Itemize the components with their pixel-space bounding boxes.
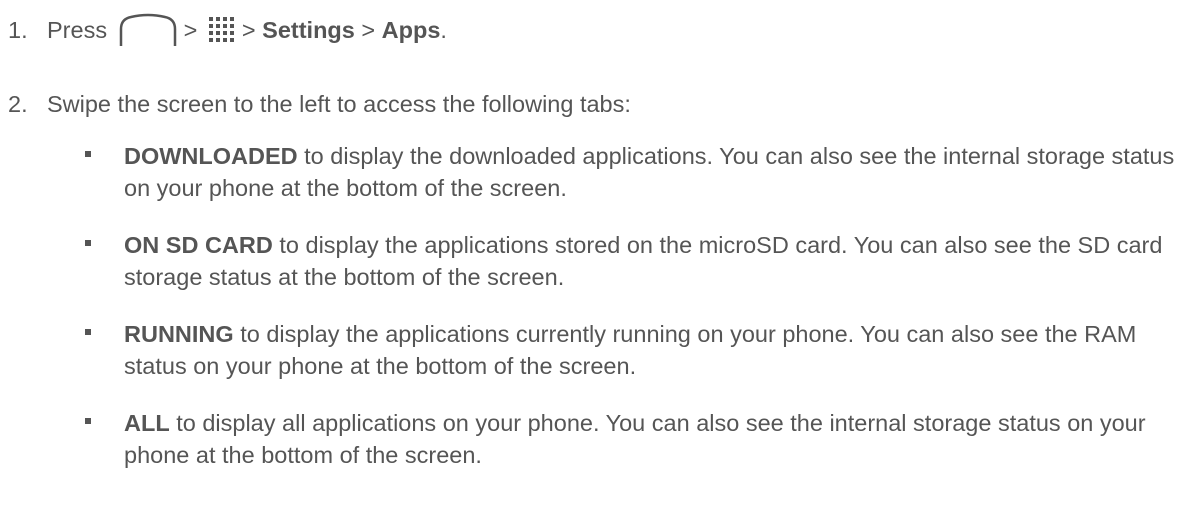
tab-name: RUNNING [124,321,234,347]
bullet-icon [85,240,91,246]
step-2: 2. Swipe the screen to the left to access… [8,89,631,119]
separator: > [183,17,198,43]
step-number: 2. [8,91,28,117]
list-item-text: DOWNLOADED to display the downloaded app… [124,140,1195,204]
tab-name: ALL [124,410,170,436]
bullet-icon [85,151,91,157]
step-1: 1. Press > > Settings > Apps. [8,12,447,48]
period: . [440,17,447,43]
tab-description: to display all applications on your phon… [124,410,1146,468]
separator: > [241,17,256,43]
list-item-text: ON SD CARD to display the applications s… [124,229,1195,293]
press-label: Press [47,17,108,43]
bullet-icon [85,329,91,335]
tab-description: to display the applications stored on th… [124,232,1163,290]
settings-label: Settings [262,17,355,43]
separator: > [361,17,376,43]
tab-name: DOWNLOADED [124,143,298,169]
home-icon [118,12,178,48]
apps-grid-icon [208,16,236,44]
step-text: Swipe the screen to the left to access t… [47,91,631,117]
list-item-text: RUNNING to display the applications curr… [124,318,1195,382]
tab-description: to display the applications currently ru… [124,321,1137,379]
tab-name: ON SD CARD [124,232,273,258]
apps-label: Apps [381,17,441,43]
step-number: 1. [8,17,28,43]
list-item-text: ALL to display all applications on your … [124,407,1195,471]
bullet-icon [85,418,91,424]
